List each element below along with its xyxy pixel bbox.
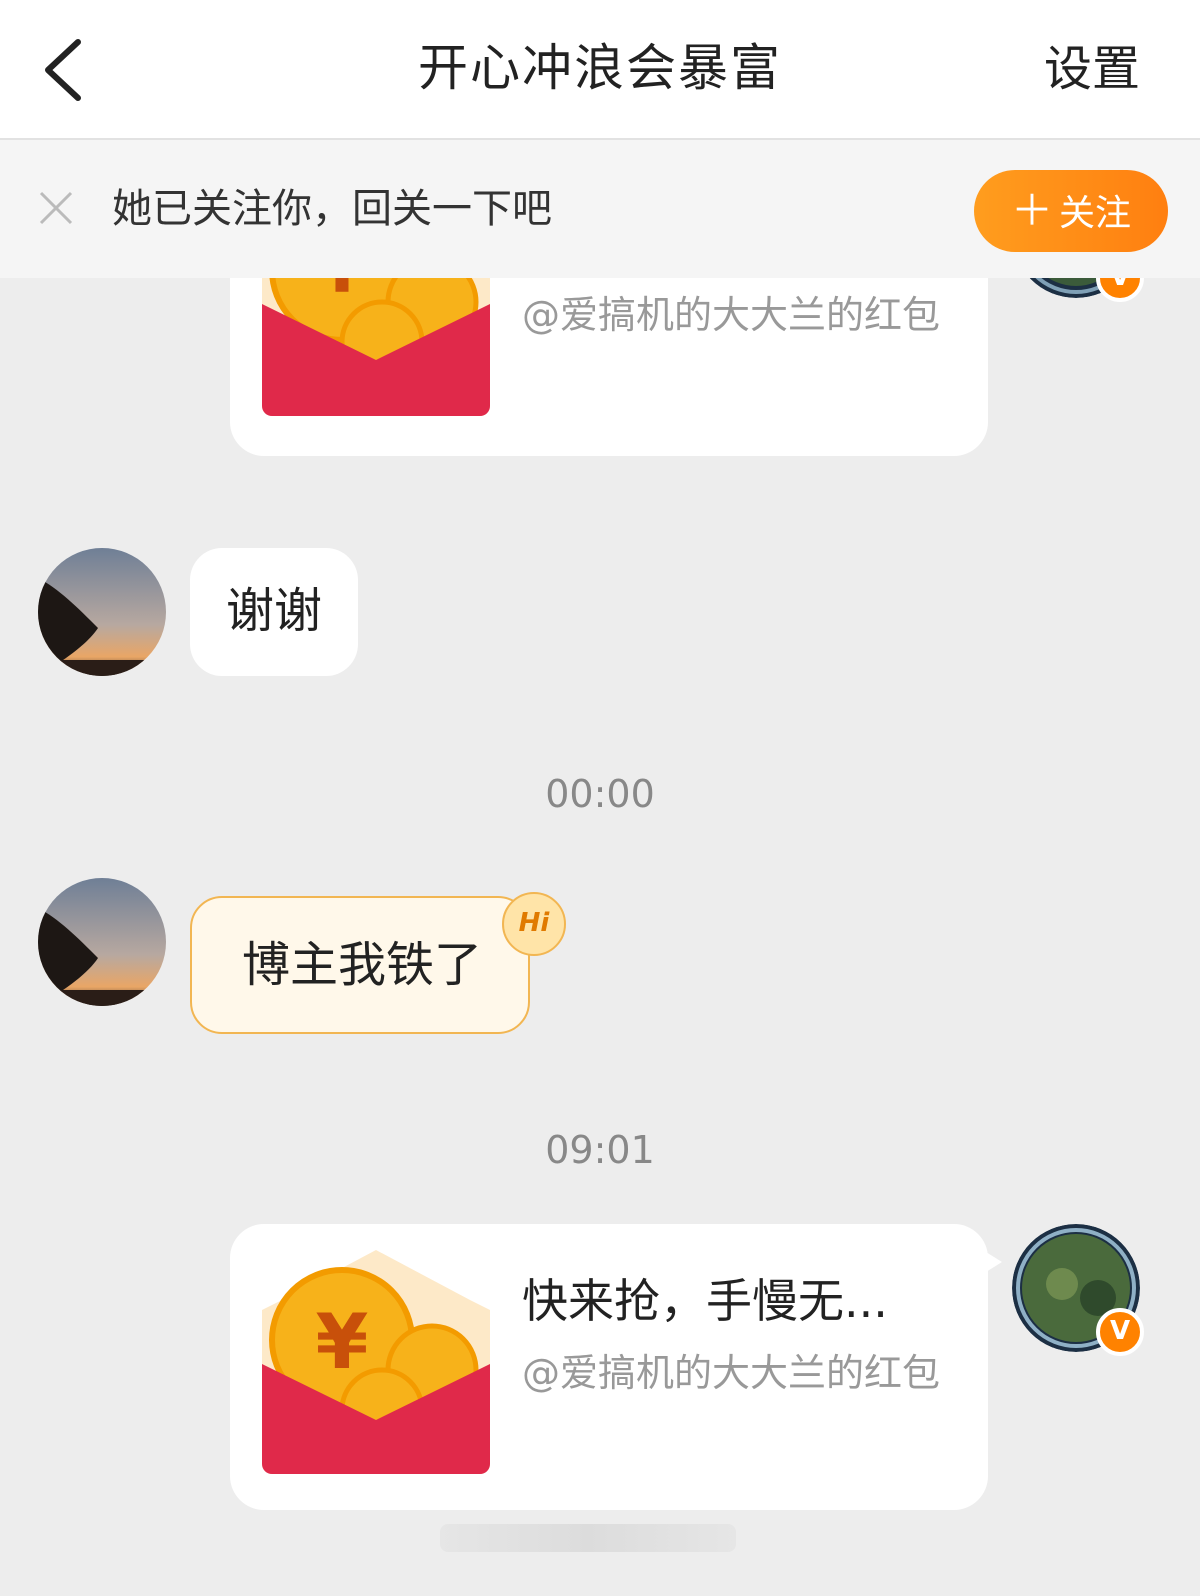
hi-badge-icon: Hi	[502, 892, 566, 956]
contact-avatar[interactable]	[38, 878, 166, 1006]
red-packet-card[interactable]: ¥ 快来抢，手慢无... @爱搞机的大大兰的红包	[230, 1224, 1002, 1510]
red-packet-title: 快来抢，手慢无...	[522, 1274, 888, 1328]
verified-badge-icon: V	[1096, 1308, 1144, 1356]
follow-prompt-text: 她已关注你，回关一下吧	[112, 186, 552, 232]
home-indicator	[440, 1524, 736, 1552]
chat-title: 开心冲浪会暴富	[418, 39, 782, 97]
red-packet-sender: @爱搞机的大大兰的红包	[522, 293, 941, 337]
timestamp: 09:01	[545, 1128, 655, 1172]
settings-button[interactable]: 设置	[1044, 38, 1140, 100]
red-packet-sender: @爱搞机的大大兰的红包	[522, 1351, 941, 1395]
hi-badge-label: Hi	[518, 908, 550, 938]
close-icon[interactable]	[38, 190, 74, 226]
follow-suggestion-bar: 她已关注你，回关一下吧 ＋关注	[0, 140, 1200, 278]
greeting-message-bubble[interactable]: 博主我铁了	[190, 896, 530, 1034]
follow-button[interactable]: ＋关注	[974, 170, 1168, 252]
svg-text:¥: ¥	[316, 1297, 369, 1386]
contact-avatar[interactable]	[38, 548, 166, 676]
chat-header: 开心冲浪会暴富 设置	[0, 0, 1200, 140]
red-packet-icon: ¥	[262, 1250, 490, 1474]
follow-button-label: 关注	[1059, 193, 1132, 234]
bubble-tail	[986, 1252, 1002, 1272]
timestamp: 00:00	[545, 772, 655, 816]
plus-icon: ＋	[1010, 186, 1053, 235]
message-bubble[interactable]: 谢谢	[190, 548, 358, 676]
message-text: 博主我铁了	[242, 937, 483, 993]
message-text: 谢谢	[226, 583, 323, 639]
